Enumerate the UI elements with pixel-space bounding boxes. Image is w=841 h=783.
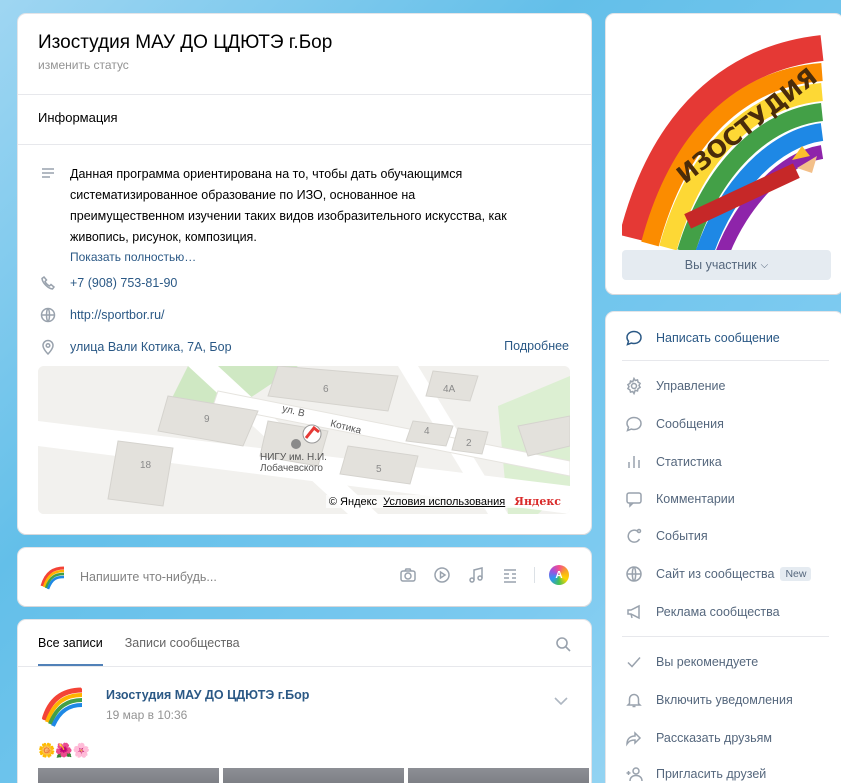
comments-button[interactable]: Комментарии (624, 489, 735, 509)
divider (622, 636, 829, 637)
share-icon (624, 728, 644, 748)
chevron-down-icon: ⌵ (760, 259, 769, 271)
address-row: улица Вали Котика, 7А, Бор (38, 338, 232, 356)
website-row: http://sportbor.ru/ (38, 306, 165, 324)
tab-all-posts[interactable]: Все записи (38, 636, 103, 666)
map-building-label: 4 (424, 426, 430, 437)
member-button[interactable]: Вы участник ⌵ (622, 250, 831, 280)
notifications-button[interactable]: Включить уведомления (624, 690, 793, 710)
map[interactable]: 9 6 4А 4 2 18 5 ул. В Котика НИГУ им. Н.… (38, 366, 570, 514)
divider (18, 94, 591, 95)
address-link[interactable]: улица Вали Котика, 7А, Бор (70, 338, 232, 356)
events-button[interactable]: События (624, 526, 708, 546)
check-icon (624, 652, 644, 672)
map-building-label: 18 (140, 460, 152, 471)
search-icon[interactable] (555, 636, 571, 655)
statistics-icon (624, 452, 644, 472)
share-button[interactable]: Рассказать друзьям (624, 728, 772, 748)
new-badge: New (780, 567, 812, 581)
messages-button[interactable]: Сообщения (624, 414, 724, 434)
post-text: 🌼🌺🌸 (38, 742, 91, 758)
map-poi-label: НИГУ им. Н.И. Лобачевского (260, 452, 327, 474)
post-photo[interactable] (408, 768, 589, 783)
gear-icon (624, 376, 644, 396)
map-graphic (38, 366, 570, 514)
post-photo[interactable] (38, 768, 219, 783)
text-lines-icon (38, 164, 58, 182)
phone-row: +7 (908) 753-81-90 (38, 274, 177, 292)
community-site-button[interactable]: Сайт из сообщества New (624, 564, 812, 584)
divider (534, 567, 535, 583)
group-cover-card: ИЗОСТУДИЯ Вы участник ⌵ (606, 14, 841, 294)
description-row: Данная программа ориентирована на то, чт… (38, 164, 530, 266)
yandex-logo: Яндекс (514, 495, 561, 508)
post-date[interactable]: 19 мар в 10:36 (106, 708, 187, 722)
group-actions-card: Написать сообщение Управление Сообщения … (606, 312, 841, 783)
phone-icon (38, 274, 58, 292)
wall-feed: Все записи Записи сообщества Изостудия М… (18, 620, 591, 783)
avatar[interactable] (38, 680, 88, 730)
write-message-button[interactable]: Написать сообщение (624, 328, 780, 348)
avatar[interactable] (38, 562, 68, 592)
events-icon (624, 526, 644, 546)
group-info-card: Изостудия МАУ ДО ЦДЮТЭ г.Бор изменить ст… (18, 14, 591, 534)
page-title: Изостудия МАУ ДО ЦДЮТЭ г.Бор (38, 32, 333, 53)
chevron-down-icon[interactable] (553, 694, 569, 709)
map-building-label: 5 (376, 464, 382, 475)
bell-icon (624, 690, 644, 710)
map-building-label: 9 (204, 414, 210, 425)
location-pin-icon (38, 338, 58, 356)
globe-icon (624, 564, 644, 584)
statistics-button[interactable]: Статистика (624, 452, 722, 472)
post-photos[interactable] (38, 768, 589, 783)
recommend-button[interactable]: Вы рекомендуете (624, 652, 758, 672)
art-palette-icon[interactable]: A (549, 565, 569, 585)
comment-icon (624, 489, 644, 509)
map-credit: © Яндекс Условия использования Яндекс (325, 495, 564, 508)
map-building-label: 4А (443, 384, 456, 395)
music-icon[interactable] (466, 565, 486, 585)
chat-icon (624, 414, 644, 434)
post-author-link[interactable]: Изостудия МАУ ДО ЦДЮТЭ г.Бор (106, 688, 309, 702)
group-avatar[interactable]: ИЗОСТУДИЯ (622, 28, 827, 254)
details-link[interactable]: Подробнее (504, 339, 569, 353)
change-status-link[interactable]: изменить статус (38, 58, 129, 72)
manage-button[interactable]: Управление (624, 376, 726, 396)
invite-friends-button[interactable]: Пригласить друзей (624, 764, 766, 783)
show-more-link[interactable]: Показать полностью… (70, 248, 530, 266)
map-building-label: 2 (466, 438, 472, 449)
post-composer: Напишите что-нибудь... A (18, 548, 591, 606)
message-bubble-icon (624, 328, 644, 348)
divider (18, 144, 591, 145)
map-terms-link[interactable]: Условия использования (383, 496, 505, 508)
website-link[interactable]: http://sportbor.ru/ (70, 306, 165, 324)
description-text: Данная программа ориентирована на то, чт… (70, 167, 507, 244)
tab-community-posts[interactable]: Записи сообщества (125, 636, 240, 666)
divider (622, 360, 829, 361)
divider (18, 666, 591, 667)
post-photo[interactable] (223, 768, 404, 783)
promote-community-button[interactable]: Реклама сообщества (624, 602, 780, 622)
camera-icon[interactable] (398, 565, 418, 585)
phone-link[interactable]: +7 (908) 753-81-90 (70, 274, 177, 292)
video-icon[interactable] (432, 565, 452, 585)
map-building-label: 6 (323, 384, 329, 395)
info-section-label[interactable]: Информация (38, 110, 118, 125)
article-icon[interactable] (500, 565, 520, 585)
globe-icon (38, 306, 58, 324)
post-input[interactable]: Напишите что-нибудь... (80, 570, 217, 584)
megaphone-icon (624, 602, 644, 622)
invite-icon (624, 764, 644, 783)
